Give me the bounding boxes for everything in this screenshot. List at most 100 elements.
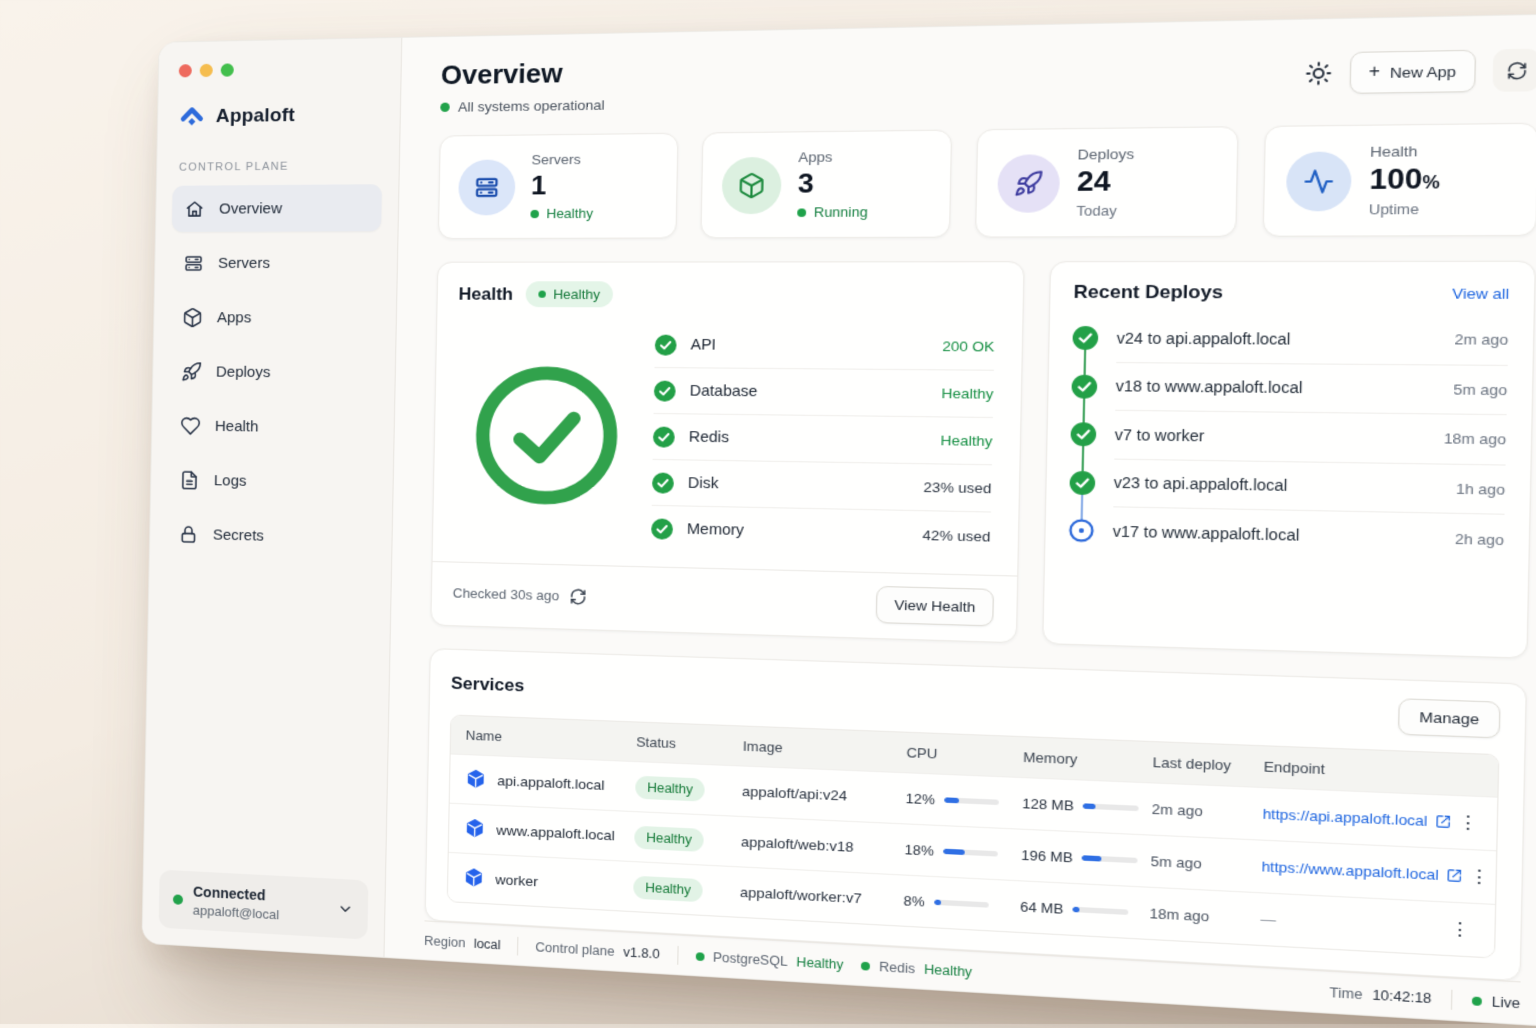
refresh-icon[interactable] — [570, 588, 587, 605]
theme-toggle-sun-icon[interactable] — [1303, 60, 1332, 87]
sidebar-item-secrets[interactable]: Secrets — [166, 510, 376, 561]
col-name: Name — [465, 727, 636, 749]
check-row-api: API 200 OK — [654, 322, 994, 371]
check-circle-icon — [1070, 471, 1096, 495]
services-table: Name Status Image CPU Memory Last deploy… — [447, 714, 1500, 958]
health-footer: Checked 30s ago View Health — [431, 561, 1017, 642]
stat-label: Deploys — [1077, 146, 1134, 163]
sidebar-item-servers[interactable]: Servers — [171, 239, 381, 286]
manage-label: Manage — [1419, 709, 1479, 728]
deploy-item: v7 to worker18m ago — [1070, 410, 1506, 465]
cpu-value: 18% — [904, 841, 934, 858]
sidebar-item-overview[interactable]: Overview — [172, 184, 382, 232]
cpu-bar — [944, 797, 999, 805]
col-status: Status — [636, 734, 743, 754]
deploys-panel-title: Recent Deploys — [1073, 282, 1223, 304]
stat-card-health: Health 100% Uptime — [1263, 123, 1536, 237]
status-dot — [797, 208, 806, 217]
cpu-value: 8% — [903, 893, 924, 910]
deploy-label: v17 to www.appaloft.local — [1113, 523, 1300, 544]
connection-card[interactable]: Connected appaloft@local — [159, 870, 369, 940]
manage-button[interactable]: Manage — [1398, 698, 1500, 738]
big-check-circle-icon — [467, 358, 627, 513]
col-cpu: CPU — [906, 745, 1023, 766]
cpu-bar — [934, 900, 989, 908]
page-header: Overview All systems operational + New A… — [440, 40, 1536, 115]
status-badge: Healthy — [634, 825, 704, 851]
status-dot — [538, 291, 546, 298]
health-badge: Healthy — [525, 281, 613, 307]
deploy-time: 2m ago — [1455, 331, 1509, 348]
endpoint-link[interactable]: https://www.appaloft.local — [1261, 858, 1462, 884]
view-all-link[interactable]: View all — [1452, 285, 1509, 302]
deploy-label: v24 to api.appaloft.local — [1117, 329, 1291, 347]
health-badge-label: Healthy — [553, 286, 600, 302]
close-window-button[interactable] — [179, 64, 192, 77]
zoom-window-button[interactable] — [221, 63, 234, 76]
cube-icon — [722, 156, 782, 213]
divider — [517, 936, 518, 955]
region-value: local — [474, 936, 501, 952]
postgres-status: Healthy — [796, 954, 843, 972]
connection-account: appaloft@local — [193, 902, 327, 925]
check-value: 23% used — [923, 479, 991, 496]
status-dot — [530, 209, 539, 217]
refresh-button[interactable] — [1492, 49, 1536, 92]
stat-value: 1 — [531, 169, 594, 202]
recent-deploys-panel: Recent Deploys View all v24 to api.appal… — [1042, 261, 1536, 659]
time-value: 10:42:18 — [1372, 987, 1432, 1006]
deploy-item: v24 to api.appaloft.local 2m ago — [1072, 314, 1509, 365]
live-group: Live — [1472, 993, 1520, 1011]
col-last-deploy: Last deploy — [1153, 754, 1264, 775]
redis-label: Redis — [879, 959, 915, 976]
row-menu-kebab-icon[interactable]: ⋮ — [1451, 813, 1486, 833]
endpoint-empty: — — [1260, 911, 1443, 937]
deploy-item: v18 to www.appaloft.local5m ago — [1071, 362, 1507, 415]
page-title: Overview — [441, 57, 606, 92]
check-circle-icon — [652, 472, 674, 493]
sidebar-item-label: Secrets — [213, 526, 264, 544]
stat-cards: Servers 1 Healthy Apps 3 Running — [438, 123, 1536, 239]
sidebar: Appaloft CONTROL PLANE Overview Servers — [142, 38, 402, 957]
sidebar-item-apps[interactable]: Apps — [170, 294, 380, 341]
region-group: Region local — [424, 933, 501, 952]
row-menu-kebab-icon[interactable]: ⋮ — [1443, 919, 1478, 940]
stat-value: 3 — [798, 167, 869, 200]
status-dot — [861, 961, 870, 970]
window-controls — [179, 61, 385, 78]
endpoint-link[interactable]: https://api.appaloft.local — [1262, 806, 1451, 831]
check-value: 200 OK — [942, 338, 994, 354]
view-health-button[interactable]: View Health — [876, 586, 994, 627]
status-badge: Healthy — [633, 875, 703, 902]
service-image: appaloft/worker:v7 — [740, 884, 904, 908]
app-window-scene: Appaloft CONTROL PLANE Overview Servers — [141, 13, 1536, 1028]
memory-bar — [1083, 803, 1139, 811]
sidebar-item-deploys[interactable]: Deploys — [169, 348, 379, 396]
check-row-database: Database Healthy — [654, 368, 994, 418]
check-circle-icon — [655, 334, 677, 355]
deploy-time: 1h ago — [1456, 480, 1505, 498]
service-image: appaloft/web:v18 — [741, 834, 905, 858]
stat-card-servers: Servers 1 Healthy — [438, 133, 679, 239]
check-value: Healthy — [941, 385, 993, 402]
sidebar-item-logs[interactable]: Logs — [167, 456, 377, 506]
live-dot — [1472, 996, 1482, 1005]
stat-card-deploys: Deploys 24 Today — [975, 126, 1239, 237]
brand: Appaloft — [178, 100, 384, 131]
stat-sub: Today — [1076, 202, 1117, 218]
stat-value: 100% — [1369, 162, 1440, 197]
check-circle-icon — [651, 518, 673, 539]
deploy-time: 5m ago — [1453, 381, 1507, 398]
minimize-window-button[interactable] — [200, 64, 213, 77]
check-value: 42% used — [922, 527, 990, 545]
status-badge: Healthy — [635, 775, 705, 801]
appaloft-logo-icon — [178, 103, 206, 131]
new-app-button[interactable]: + New App — [1349, 50, 1476, 94]
endpoint-url: — — [1260, 911, 1276, 928]
stat-sub: Running — [814, 204, 868, 220]
last-deploy: 5m ago — [1150, 853, 1261, 875]
memory-bar — [1082, 855, 1138, 863]
lock-icon — [178, 523, 199, 545]
row-menu-kebab-icon[interactable]: ⋮ — [1462, 867, 1497, 888]
sidebar-item-health[interactable]: Health — [168, 402, 378, 451]
